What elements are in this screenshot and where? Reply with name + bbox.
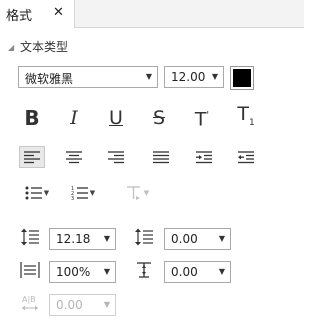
align-left-button[interactable] — [19, 146, 45, 168]
font-color-button[interactable] — [230, 66, 254, 90]
chevron-down-icon: ▼ — [103, 234, 110, 243]
italic-icon: I — [70, 107, 78, 129]
character-spacing-select: 0.00 ▼ — [49, 294, 116, 316]
bold-icon: B — [24, 106, 40, 130]
strikethrough-icon: S — [152, 107, 166, 129]
chevron-down-icon: ▼ — [103, 267, 110, 276]
text-direction-button: ▼ — [120, 182, 154, 204]
superscript-icon: T' — [194, 108, 210, 131]
align-left-icon — [24, 151, 40, 164]
justify-icon — [153, 151, 169, 164]
bullet-list-button[interactable]: ▼ — [20, 182, 54, 204]
font-color-swatch — [233, 69, 251, 87]
chevron-down-icon: ▼ — [43, 189, 50, 197]
tab-bar: 格式 ✕ — [0, 0, 304, 28]
align-center-icon — [66, 151, 82, 164]
indent-decrease-button[interactable] — [233, 146, 259, 168]
justify-button[interactable] — [148, 146, 174, 168]
paragraph-before-label — [133, 227, 155, 247]
bullet-list-icon — [25, 186, 42, 200]
font-family-value: 微软雅黑 — [25, 72, 74, 86]
horizontal-scale-icon — [20, 262, 40, 278]
tab-label: 格式 — [6, 9, 33, 24]
close-icon[interactable]: ✕ — [53, 5, 64, 21]
subscript-icon: T1 — [237, 102, 255, 128]
chevron-down-icon: ▼ — [145, 72, 152, 81]
align-right-icon — [108, 151, 124, 164]
character-spacing-value: 0.00 — [56, 298, 83, 312]
horizontal-scale-label — [19, 260, 41, 280]
section-header[interactable]: ◢ 文本类型 — [8, 38, 68, 55]
character-spacing-icon: A|B — [22, 295, 38, 311]
chevron-down-icon: ▼ — [103, 300, 110, 309]
font-size-select[interactable]: 12.00 ▼ — [164, 66, 224, 88]
paragraph-before-value: 0.00 — [171, 232, 198, 246]
align-center-button[interactable] — [61, 146, 87, 168]
chevron-down-icon: ▼ — [218, 267, 225, 276]
bold-button[interactable]: B — [19, 107, 45, 129]
font-size-value: 12.00 — [171, 70, 206, 84]
strikethrough-button[interactable]: S — [146, 107, 172, 129]
superscript-button[interactable]: T' — [189, 107, 215, 131]
paragraph-after-value: 0.00 — [171, 265, 198, 279]
horizontal-scale-value: 100% — [56, 265, 91, 279]
line-spacing-select[interactable]: 12.18 ▼ — [49, 228, 116, 250]
align-right-button[interactable] — [103, 146, 129, 168]
numbered-list-icon: 123 — [71, 186, 88, 200]
horizontal-scale-select[interactable]: 100% ▼ — [49, 261, 116, 283]
indent-increase-icon — [196, 151, 212, 164]
svg-text:A|B: A|B — [22, 295, 36, 304]
paragraph-after-icon — [137, 262, 151, 278]
numbered-list-button[interactable]: 123 ▼ — [66, 182, 100, 204]
section-title: 文本类型 — [19, 40, 68, 54]
svg-text:3: 3 — [71, 196, 74, 200]
subscript-button[interactable]: T1 — [233, 104, 259, 129]
paragraph-after-select[interactable]: 0.00 ▼ — [164, 261, 231, 283]
paragraph-before-select[interactable]: 0.00 ▼ — [164, 228, 231, 250]
tab-format[interactable]: 格式 ✕ — [0, 0, 75, 28]
text-direction-icon — [126, 186, 140, 200]
font-family-select[interactable]: 微软雅黑 ▼ — [18, 66, 158, 88]
underline-icon: U — [109, 107, 123, 129]
paragraph-before-icon — [135, 228, 153, 246]
chevron-down-icon: ▼ — [89, 189, 96, 197]
line-spacing-icon — [21, 228, 39, 246]
chevron-down-icon: ▼ — [211, 72, 218, 81]
chevron-down-icon: ▼ — [218, 234, 225, 243]
indent-decrease-icon — [238, 151, 254, 164]
character-spacing-label: A|B — [19, 293, 41, 313]
underline-button[interactable]: U — [103, 107, 129, 129]
indent-increase-button[interactable] — [191, 146, 217, 168]
line-spacing-value: 12.18 — [56, 232, 91, 246]
chevron-down-icon: ▼ — [143, 189, 150, 197]
line-spacing-label — [19, 227, 41, 247]
paragraph-after-label — [133, 260, 155, 280]
collapse-triangle-icon[interactable]: ◢ — [8, 43, 14, 52]
italic-button[interactable]: I — [61, 107, 87, 129]
